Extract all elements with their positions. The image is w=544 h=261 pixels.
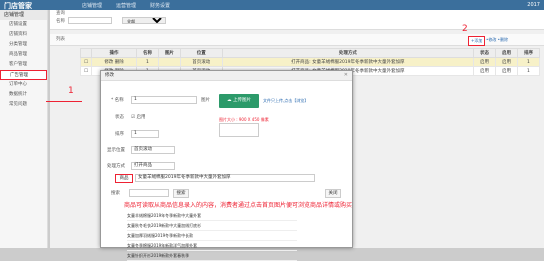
status-label: 状态	[115, 115, 124, 120]
table-cell: 首页滚动	[179, 57, 223, 67]
status-select[interactable]: 全部	[122, 17, 166, 24]
sidebar: 店铺管理 店铺设置 店铺资料 分类管理 商品管理 客户管理 广告管理 订单中心 …	[0, 10, 48, 248]
table-cell[interactable]: ☐	[79, 57, 93, 67]
sidebar-item-1[interactable]: 店铺资料	[0, 30, 47, 40]
column-header: 位置	[179, 48, 223, 58]
list-item[interactable]: 女童针织开衫2019新款外套春秋季	[127, 251, 297, 261]
add-button[interactable]: +添加	[468, 36, 486, 46]
sort-input[interactable]: 1	[131, 130, 159, 138]
top-right-info: 2017	[527, 2, 540, 8]
column-header: 启用	[495, 48, 518, 58]
product-button[interactable]: 商品	[115, 174, 133, 183]
table-cell: 打开商品: 女童羊绒棉服2019年冬季新款中大童外套加厚	[221, 57, 475, 67]
search-name-input[interactable]	[68, 17, 112, 24]
sidebar-group[interactable]: 店铺管理	[0, 10, 47, 20]
product-search-input[interactable]	[129, 189, 169, 197]
search-label: 搜索	[111, 191, 120, 196]
topnav-item-2[interactable]: 财务设置	[150, 2, 170, 9]
sidebar-item-6[interactable]: 订单中心	[0, 80, 47, 90]
handle-select[interactable]: 打开商品	[131, 162, 175, 170]
modal-title: 修改	[101, 71, 352, 81]
position-select[interactable]: 首页滚动	[131, 146, 175, 154]
name-input[interactable]: 1	[131, 96, 197, 104]
column-header: 名称	[135, 48, 159, 58]
list-item[interactable]: 女童秋冬毛衣2019新款中大童加绒打底衫	[127, 221, 297, 231]
table-cell: 1	[516, 66, 541, 76]
top-bar: 门店管家 店铺管理 运营管理 财务设置 2017	[0, 0, 544, 10]
instruction-text: 商品可读取从商品信息录入的内容，消费者通过点击首页图片便可浏览商品详情或购买	[124, 202, 353, 209]
topnav-item-1[interactable]: 运营管理	[116, 2, 136, 9]
table-row[interactable]: ☐修改 删除1首页滚动打开商品: 女童羊绒棉服2019年冬季新款中大童外套加厚启…	[79, 57, 541, 67]
sidebar-item-8[interactable]: 常见问题	[0, 100, 47, 110]
sidebar-item-ads[interactable]: 广告管理	[0, 70, 47, 80]
table-cell: 启用	[473, 57, 496, 67]
column-header: 图片	[157, 48, 181, 58]
sidebar-item-0[interactable]: 店铺设置	[0, 20, 47, 30]
sidebar-item-2[interactable]: 分类管理	[0, 40, 47, 50]
product-list: 女童羊绒棉服2019年冬季新款中大童外套 女童秋冬毛衣2019新款中大童加绒打底…	[127, 211, 297, 261]
column-header: 操作	[91, 48, 137, 58]
topnav-item-0[interactable]: 店铺管理	[82, 2, 102, 9]
search-panel-label: 查询	[56, 11, 65, 16]
upload-button[interactable]: ☁ 上传图片	[219, 94, 259, 108]
position-label: 显示位置	[107, 148, 125, 153]
list-panel-label: 列表	[56, 37, 65, 42]
sidebar-item-3[interactable]: 商品管理	[0, 50, 47, 60]
table-cell[interactable]: ☐	[79, 66, 93, 76]
name-label: * 名称	[111, 98, 124, 103]
table-cell: 启用	[473, 66, 496, 76]
search-panel: 查询 名称 全部	[50, 10, 544, 30]
table-cell	[157, 57, 181, 67]
product-input[interactable]: 女童羊绒棉服2019年冬季新款中大童外套加厚	[135, 174, 315, 182]
search-button[interactable]: 搜索	[173, 189, 189, 198]
column-header: 排序	[516, 48, 541, 58]
list-item[interactable]: 女童羊绒棉服2019年冬季新款中大童外套	[127, 211, 297, 221]
upload-tip: 文件只上传,点击【浏览】	[263, 98, 309, 103]
sidebar-item-4[interactable]: 客户管理	[0, 60, 47, 70]
sidebar-item-7[interactable]: 数据统计	[0, 90, 47, 100]
top-nav: 店铺管理 运营管理 财务设置	[82, 2, 170, 9]
list-item[interactable]: 女童加厚羽绒服2019冬季新款中长款	[127, 231, 297, 241]
handle-label: 处理方式	[107, 164, 125, 169]
image-preview	[219, 123, 259, 137]
list-actions[interactable]: •修改 •删除	[486, 37, 508, 43]
column-header	[79, 48, 93, 58]
close-icon[interactable]: ✕	[344, 72, 348, 78]
close-button[interactable]: 关闭	[325, 189, 341, 198]
status-checkbox[interactable]: ☑ 启用	[131, 114, 145, 120]
list-panel-header: 列表 +添加 •修改 •删除	[50, 34, 544, 46]
table-cell: 启用	[495, 57, 518, 67]
list-item[interactable]: 女童冬季棉服2019年新款洋气加厚外套	[127, 241, 297, 251]
column-header: 处理方式	[221, 48, 475, 58]
annotation-2: 2	[462, 24, 468, 34]
table-cell: 1	[135, 57, 159, 67]
name-label: 名称	[56, 19, 65, 24]
table-cell: 1	[516, 57, 541, 67]
column-header: 状态	[473, 48, 496, 58]
sort-label: 排序	[115, 132, 124, 137]
table-cell[interactable]: 修改 删除	[91, 57, 137, 67]
table-cell: 启用	[495, 66, 518, 76]
edit-modal: 修改 ✕ * 名称 1 图片 ☁ 上传图片 文件只上传,点击【浏览】 状态 ☑ …	[100, 70, 353, 261]
annotation-arrow-1	[46, 101, 82, 102]
annotation-1: 1	[68, 86, 74, 96]
image-label: 图片	[201, 98, 210, 103]
